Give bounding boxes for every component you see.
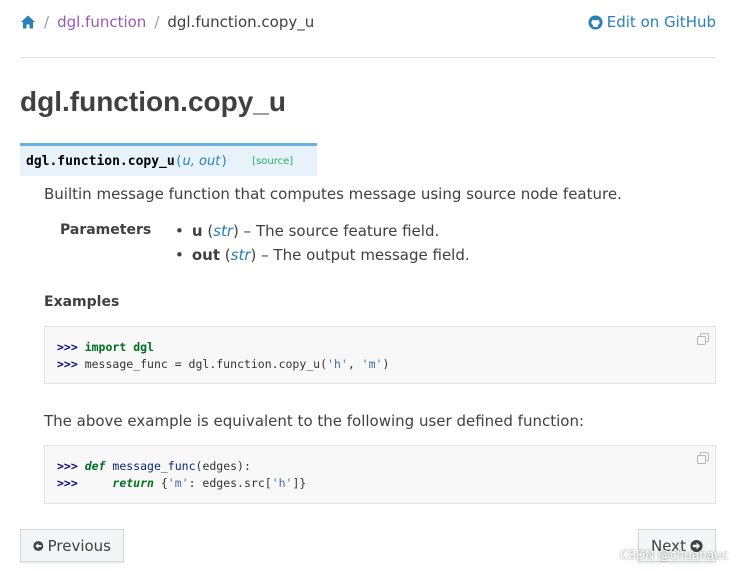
parameter-name: out: [191, 246, 221, 264]
code-keyword: import: [84, 340, 127, 354]
code-string: 'm': [167, 476, 189, 490]
parameter-open-paren: (: [220, 246, 231, 264]
code-text: : edges.src[: [188, 476, 272, 490]
parameter-type-link[interactable]: str: [231, 246, 251, 264]
signature-open-paren: (: [174, 153, 183, 169]
code-line: >>> return {'m': edges.src['h']}: [57, 475, 703, 492]
code-function-name: message_func: [112, 459, 196, 473]
code-line: >>> import dgl: [57, 339, 703, 356]
parameter-item: out (str) – The output message field.: [175, 243, 470, 267]
previous-button-label: Previous: [47, 536, 111, 555]
code-prompt: >>>: [57, 357, 85, 371]
copy-icon[interactable]: [697, 452, 709, 464]
breadcrumb-current: dgl.function.copy_u: [167, 13, 315, 31]
code-string: 'h': [271, 476, 293, 490]
watermark: CSDN @chuanauc: [620, 548, 729, 562]
copy-icon[interactable]: [697, 333, 709, 345]
code-block-example[interactable]: >>> import dgl >>> message_func = dgl.fu…: [44, 326, 716, 384]
examples-heading: Examples: [44, 294, 120, 310]
equivalent-text: The above example is equivalent to the f…: [44, 412, 585, 430]
source-link[interactable]: [source]: [252, 156, 293, 167]
code-string: 'm': [361, 357, 383, 371]
code-prompt: >>>: [57, 476, 113, 490]
parameter-description: – The output message field.: [256, 246, 470, 264]
breadcrumb: / dgl.function / dgl.function.copy_u: [20, 11, 314, 33]
parameter-description: – The source feature field.: [238, 222, 440, 240]
parameter-item: u (str) – The source feature field.: [175, 219, 470, 243]
parameter-type-link[interactable]: str: [213, 222, 233, 240]
parameter-open-paren: (: [202, 222, 214, 240]
edit-on-github-label: Edit on GitHub: [606, 13, 716, 31]
home-icon[interactable]: [20, 14, 36, 30]
breadcrumb-separator: /: [154, 13, 160, 31]
code-text: ,: [347, 357, 362, 371]
signature-close-paren: ): [220, 153, 229, 169]
parameters-list: u (str) – The source feature field. out …: [175, 219, 470, 267]
parameter-name: u: [191, 222, 203, 240]
code-line: >>> message_func = dgl.function.copy_u('…: [57, 356, 703, 373]
code-text: (edges):: [195, 459, 251, 473]
code-line: >>> def message_func(edges):: [57, 458, 703, 475]
breadcrumb-separator: /: [44, 13, 50, 31]
code-text: message_func = dgl.function.copy_u(: [84, 357, 328, 371]
signature-name: dgl.function.copy_u: [26, 153, 175, 169]
function-description: Builtin message function that computes m…: [44, 185, 622, 203]
code-keyword: def: [84, 459, 106, 473]
code-prompt: >>>: [57, 340, 85, 354]
code-module: dgl: [133, 340, 154, 354]
header-divider: [20, 57, 716, 58]
code-block-user-defined[interactable]: >>> def message_func(edges): >>> return …: [44, 445, 716, 504]
previous-button[interactable]: Previous: [20, 529, 124, 562]
code-text: ): [382, 357, 390, 371]
edit-on-github-link[interactable]: Edit on GitHub: [588, 11, 716, 33]
github-icon: [588, 14, 603, 30]
code-text: ]}: [292, 476, 307, 490]
parameters-label: Parameters: [60, 222, 152, 238]
code-text: {: [153, 476, 168, 490]
page-title: dgl.function.copy_u: [20, 86, 286, 117]
breadcrumb-link-dgl-function[interactable]: dgl.function: [57, 13, 146, 31]
code-keyword: return: [112, 476, 154, 490]
function-signature: dgl.function.copy_u ( u, out ) [source]: [20, 143, 317, 176]
arrow-circle-left-icon: [33, 540, 44, 551]
code-prompt: >>>: [57, 459, 85, 473]
signature-args: u, out: [182, 153, 221, 169]
code-string: 'h': [327, 357, 348, 371]
